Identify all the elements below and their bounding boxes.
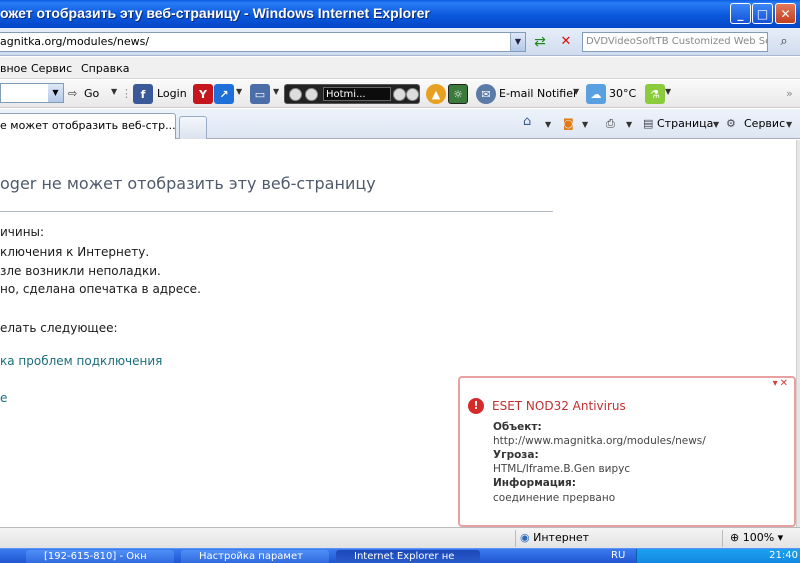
eset-alert-popup: ▾✕ ! ESET NOD32 Antivirus Объект: http:/… (458, 376, 796, 527)
info-label: Информация: (493, 477, 576, 489)
addon-toolbar: ▼ ⇨ Go ▼ ⋮ f Login Y ↗ ▼ ▭ ▼ Hotmi... ▲ … (0, 80, 800, 108)
chevron-down-icon[interactable]: ▼ (786, 120, 792, 129)
reason-item: но, сделана опечатка в адресе. (0, 282, 201, 296)
scrollbar[interactable] (796, 140, 800, 548)
divider (722, 530, 723, 547)
clock: 21:40 (769, 550, 798, 561)
chevron-down-icon: ▼ (48, 84, 63, 102)
threat-value: HTML/Iframe.B.Gen вирус (493, 463, 631, 475)
divider (515, 530, 516, 547)
play-icon[interactable] (289, 88, 302, 101)
menu-item-help[interactable]: Справка (81, 62, 129, 75)
reasons-heading: ичины: (0, 225, 45, 239)
chevron-down-icon[interactable]: ▼ (665, 87, 671, 96)
facebook-icon[interactable]: f (133, 84, 153, 104)
youtube-icon[interactable]: Y (193, 84, 213, 104)
login-button[interactable]: Login (157, 87, 187, 100)
share-icon[interactable]: ↗ (214, 84, 234, 104)
toolbar-search-select[interactable]: ▼ (0, 83, 64, 103)
taskbar-item[interactable]: Internet Explorer не (336, 550, 480, 563)
weather-icon[interactable]: ☁ (586, 84, 606, 104)
info-value: соединение прервано (493, 492, 616, 504)
globe-icon: ◉ (520, 531, 530, 544)
object-label: Объект: (493, 421, 542, 433)
more-info-link[interactable]: е (0, 391, 7, 405)
radio-station-select[interactable]: Hotmi... (323, 87, 391, 101)
page-menu-button[interactable]: Страница (657, 117, 713, 130)
address-input[interactable]: agnitka.org/modules/news/ (0, 32, 526, 52)
go-button[interactable]: Go (84, 87, 99, 100)
status-bar: ◉ Интернет ⊕ 100% ▾ (0, 527, 800, 548)
popup-controls-icon[interactable]: ▾✕ (773, 378, 790, 389)
toolbar-overflow-icon[interactable]: » (786, 87, 793, 100)
page-icon: ▤ (643, 117, 654, 130)
address-dropdown-icon[interactable]: ▼ (510, 33, 525, 51)
security-zone: ◉ Интернет (520, 531, 589, 544)
object-value: http://www.magnitka.org/modules/news/ (493, 435, 706, 447)
zone-label: Интернет (533, 531, 590, 544)
zoom-icon: ⊕ (730, 531, 740, 544)
search-icon[interactable]: ⌕ (772, 33, 796, 51)
mute-icon[interactable] (406, 88, 419, 101)
print-icon[interactable]: ⎙ (606, 117, 615, 131)
taskbar-item[interactable]: Настройка парамет (181, 550, 329, 563)
zoom-control[interactable]: ⊕ 100% ▾ (730, 531, 783, 544)
window-title: ожет отобразить эту веб-страницу - Windo… (0, 5, 430, 21)
email-notifier-icon[interactable]: ✉ (476, 84, 496, 104)
diagnose-link[interactable]: ка проблем подключения (0, 354, 162, 368)
title-bar: ожет отобразить эту веб-страницу - Windo… (0, 0, 800, 28)
chevron-down-icon[interactable]: ▼ (236, 87, 242, 96)
gear-icon: ⚙ (726, 117, 736, 130)
zoom-label: 100% (742, 531, 775, 544)
language-indicator[interactable]: RU (611, 550, 625, 561)
volume-icon[interactable] (393, 88, 406, 101)
close-button[interactable]: ✕ (775, 3, 796, 24)
menu-item-tools[interactable]: Сервис (31, 62, 72, 75)
radio-logo-icon[interactable]: ▲ (426, 84, 446, 104)
menu-item-view[interactable]: вное (0, 62, 27, 75)
chevron-down-icon[interactable]: ▼ (545, 120, 551, 129)
eset-title: ESET NOD32 Antivirus (492, 399, 626, 413)
taskbar-item[interactable]: [192-615-810] - Окн (26, 550, 174, 563)
chevron-down-icon[interactable]: ▼ (582, 120, 588, 129)
go-arrow-icon[interactable]: ⇨ (68, 87, 77, 100)
taskbar: [192-615-810] - Окн Настройка парамет In… (0, 548, 800, 563)
alert-icon: ! (468, 398, 484, 414)
email-notifier-button[interactable]: E-mail Notifier (499, 87, 578, 100)
new-tab-button[interactable] (179, 116, 207, 139)
system-tray: RU 21:40 (611, 549, 800, 563)
reason-item: ключения к Интернету. (0, 245, 150, 259)
chevron-down-icon[interactable]: ▼ (273, 87, 279, 96)
weather-temperature[interactable]: 30°C (609, 87, 636, 100)
minimize-button[interactable]: _ (730, 3, 751, 24)
reason-item: зле возникли неполадки. (0, 264, 161, 278)
separator-icon: ⋮ (121, 87, 132, 100)
todo-heading: елать следующее: (0, 321, 118, 335)
chevron-down-icon[interactable]: ▼ (713, 120, 719, 129)
search-input[interactable]: DVDVideoSoftTB Customized Web Search (582, 32, 768, 52)
tab-bar: е может отобразить веб-стр... ⌂ ▼ ◙ ▼ ⎙ … (0, 109, 800, 139)
page-title: oger не может отобразить эту веб-страниц… (0, 174, 376, 193)
menu-bar: вное Сервис Справка (0, 57, 800, 79)
address-toolbar: agnitka.org/modules/news/ ▼ ⇄ ✕ DVDVideo… (0, 28, 800, 56)
stop-icon[interactable]: ✕ (557, 33, 575, 51)
game-icon[interactable]: ☼ (448, 84, 468, 104)
tools-menu-button[interactable]: Сервис (744, 117, 785, 130)
bottle-icon[interactable]: ⚗ (645, 84, 665, 104)
divider (0, 211, 553, 212)
monitor-icon[interactable]: ▭ (250, 84, 270, 104)
chevron-down-icon[interactable]: ▼ (111, 87, 117, 96)
maximize-button[interactable]: □ (752, 3, 773, 24)
refresh-icon[interactable]: ⇄ (530, 33, 550, 51)
radio-player: Hotmi... (284, 84, 420, 104)
tab-active[interactable]: е может отобразить веб-стр... (0, 113, 176, 139)
chevron-down-icon[interactable]: ▼ (573, 87, 579, 96)
pause-icon[interactable] (305, 88, 318, 101)
feeds-icon[interactable]: ◙ (563, 117, 574, 130)
chevron-down-icon[interactable]: ▼ (626, 120, 632, 129)
threat-label: Угроза: (493, 449, 539, 461)
home-icon[interactable]: ⌂ (523, 114, 531, 129)
